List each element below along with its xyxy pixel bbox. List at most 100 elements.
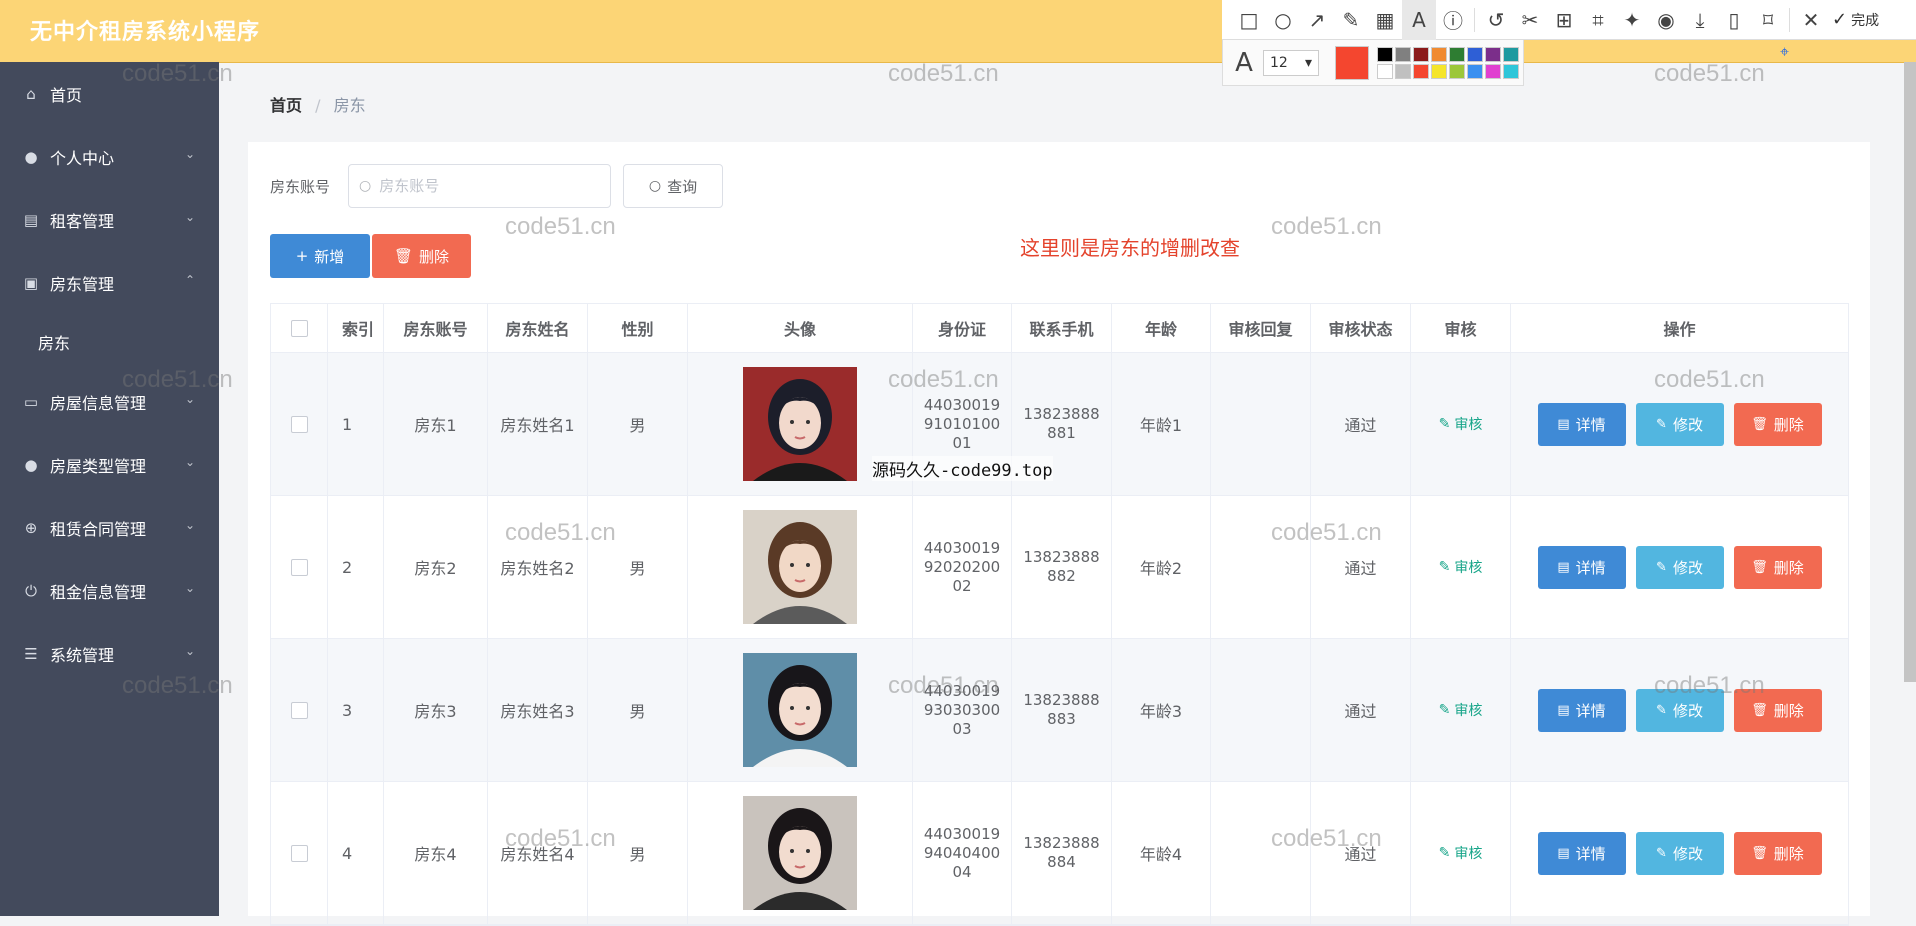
arrow-icon[interactable]: ↗ — [1300, 0, 1334, 40]
current-color-swatch[interactable] — [1335, 45, 1369, 80]
add-button[interactable]: + 新增 — [270, 234, 370, 278]
close-icon[interactable]: ✕ — [1794, 0, 1828, 40]
color-swatch[interactable] — [1503, 63, 1519, 79]
phone-part: 881 — [1047, 424, 1076, 442]
row-checkbox[interactable] — [290, 701, 308, 719]
delete-button[interactable]: 🗑 删除 — [1733, 831, 1822, 875]
color-swatch[interactable] — [1377, 46, 1393, 62]
edit-button[interactable]: ✎ 修改 — [1635, 831, 1724, 875]
detail-button[interactable]: ▤ 详情 — [1537, 688, 1626, 732]
sidebar-item-label: 租赁合同管理 — [50, 519, 147, 539]
color-swatch[interactable] — [1395, 46, 1411, 62]
cut-icon[interactable]: ✂ — [1513, 0, 1547, 40]
row-checkbox[interactable] — [290, 558, 308, 576]
number-icon[interactable]: ⓘ — [1436, 0, 1470, 40]
color-swatch[interactable] — [1467, 46, 1483, 62]
audit-link[interactable]: ✎ 审核 — [1439, 843, 1483, 863]
edit-button[interactable]: ✎ 修改 — [1635, 688, 1724, 732]
text-icon[interactable]: A — [1402, 0, 1436, 40]
chevron-down-icon: ⌄ — [184, 581, 195, 595]
delete-button[interactable]: 🗑 删除 — [1733, 402, 1822, 446]
header-cell: 性别 — [588, 304, 688, 352]
document-icon: ▤ — [1557, 416, 1570, 432]
row-select-cell — [271, 496, 328, 638]
color-swatch[interactable] — [1377, 63, 1393, 79]
search-box[interactable]: ○ — [348, 164, 611, 208]
delete-label: 删除 — [1773, 701, 1804, 720]
delete-button[interactable]: 🗑 删除 — [1733, 545, 1822, 589]
undo-icon[interactable]: ↺ — [1479, 0, 1513, 40]
color-swatch[interactable] — [1467, 63, 1483, 79]
row-select-cell — [271, 782, 328, 924]
breadcrumb-home[interactable]: 首页 — [270, 96, 302, 115]
audit-link[interactable]: ✎ 审核 — [1439, 700, 1483, 720]
ocr-icon[interactable]: ⌗ — [1581, 0, 1615, 40]
color-palette — [1377, 46, 1519, 79]
delete-button[interactable]: 🗑 删除 — [1733, 688, 1822, 732]
color-swatch[interactable] — [1485, 46, 1501, 62]
book-icon: ▤ — [23, 210, 39, 229]
pen-icon[interactable]: ✎ — [1334, 0, 1368, 40]
sidebar-item-profile[interactable]: ● 个人中心 ⌄ — [0, 125, 219, 188]
sidebar-item-house-type[interactable]: ● 房屋类型管理 ⌄ — [0, 433, 219, 496]
color-swatch[interactable] — [1431, 46, 1447, 62]
mosaic-icon[interactable]: ▦ — [1368, 0, 1402, 40]
delete-label: 删除 — [1773, 844, 1804, 863]
color-swatch[interactable] — [1395, 63, 1411, 79]
color-swatch[interactable] — [1449, 46, 1465, 62]
phone-icon[interactable]: ▯ — [1717, 0, 1751, 40]
ellipse-icon[interactable]: ○ — [1266, 0, 1300, 40]
sidebar-item-tenants[interactable]: ▤ 租客管理 ⌄ — [0, 188, 219, 251]
sidebar-subitem-landlord[interactable]: 房东 — [0, 314, 219, 370]
rect-icon[interactable]: □ — [1232, 0, 1266, 40]
translate-icon[interactable]: ⊞ — [1547, 0, 1581, 40]
sidebar-item-house-info[interactable]: ▭ 房屋信息管理 ⌄ — [0, 370, 219, 433]
cell-avatar — [688, 639, 913, 781]
audit-link[interactable]: ✎ 审核 — [1439, 557, 1483, 577]
table-row: 1 房东1 房东姓名1 男 44030019 91010100 01 13823… — [271, 353, 1848, 496]
home-icon: ⌂ — [26, 84, 36, 103]
font-size-select[interactable]: 12 ▾ — [1263, 49, 1319, 76]
color-swatch[interactable] — [1449, 63, 1465, 79]
pencil-icon: ✎ — [1656, 702, 1667, 718]
id-card-part: 44030019 — [923, 824, 1001, 843]
download-icon[interactable]: ⤓ — [1683, 0, 1717, 40]
color-swatch[interactable] — [1485, 63, 1501, 79]
sidebar-item-label: 房东管理 — [50, 274, 115, 294]
pin-icon[interactable]: ✦ — [1615, 0, 1649, 40]
cell-phone: 13823888 884 — [1012, 782, 1112, 924]
bookmark-icon[interactable]: ⌑ — [1751, 0, 1785, 40]
header-cell: 年龄 — [1112, 304, 1211, 352]
header-cell: 审核状态 — [1311, 304, 1411, 352]
detail-button[interactable]: ▤ 详情 — [1537, 831, 1626, 875]
edit-button[interactable]: ✎ 修改 — [1635, 402, 1724, 446]
toolbar-divider — [1474, 7, 1475, 32]
sidebar-item-system[interactable]: ☰ 系统管理 ⌄ — [0, 622, 219, 685]
document-icon: ▤ — [1557, 559, 1570, 575]
sidebar-item-rent[interactable]: ⏻ 租金信息管理 ⌄ — [0, 559, 219, 622]
page-scrollbar[interactable] — [1904, 62, 1916, 682]
table-body: 1 房东1 房东姓名1 男 44030019 91010100 01 13823… — [271, 353, 1848, 925]
color-swatch[interactable] — [1503, 46, 1519, 62]
detail-button[interactable]: ▤ 详情 — [1537, 402, 1626, 446]
sidebar-item-landlords[interactable]: ▣ 房东管理 ⌃ — [0, 251, 219, 314]
done-button[interactable]: ✓ 完成 — [1832, 9, 1879, 30]
sidebar-item-label: 房屋类型管理 — [50, 456, 147, 476]
sidebar-item-contracts[interactable]: ⊕ 租赁合同管理 ⌄ — [0, 496, 219, 559]
detail-button[interactable]: ▤ 详情 — [1537, 545, 1626, 589]
row-checkbox[interactable] — [290, 415, 308, 433]
query-button[interactable]: ○ 查询 — [623, 164, 723, 208]
cell-index: 2 — [328, 496, 384, 638]
record-icon[interactable]: ◉ — [1649, 0, 1683, 40]
color-swatch[interactable] — [1431, 63, 1447, 79]
row-checkbox[interactable] — [290, 844, 308, 862]
sidebar-item-home[interactable]: ⌂ 首页 — [0, 62, 219, 125]
audit-link[interactable]: ✎ 审核 — [1439, 414, 1483, 434]
id-card-part: 03 — [952, 719, 972, 738]
batch-delete-button[interactable]: 🗑 删除 — [372, 234, 471, 278]
select-all-checkbox[interactable] — [290, 319, 308, 337]
search-input[interactable] — [377, 176, 582, 196]
color-swatch[interactable] — [1413, 63, 1429, 79]
color-swatch[interactable] — [1413, 46, 1429, 62]
edit-button[interactable]: ✎ 修改 — [1635, 545, 1724, 589]
